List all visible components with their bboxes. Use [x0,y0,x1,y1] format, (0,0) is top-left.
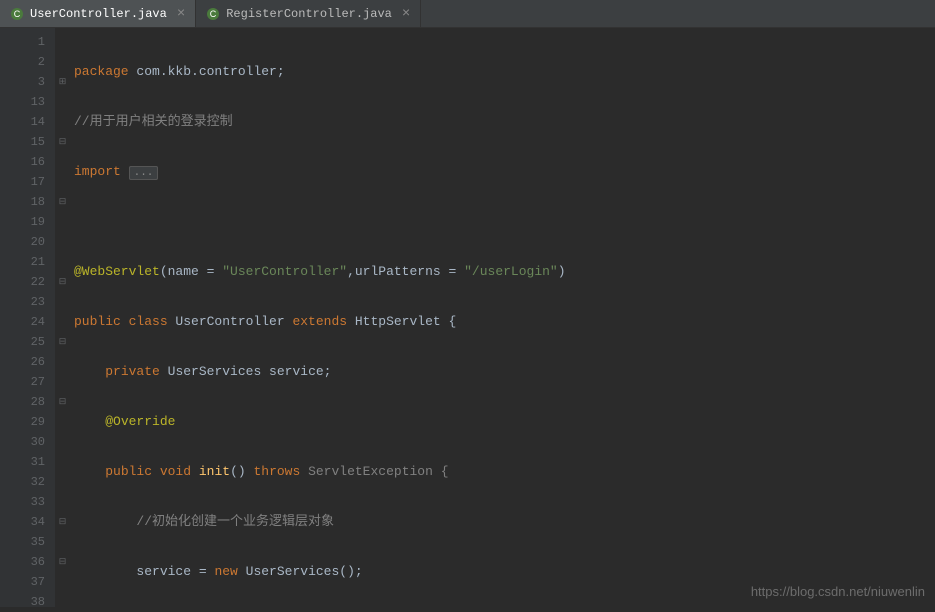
line-number: 28 [0,392,55,412]
line-number: 27 [0,372,55,392]
line-number: 37 [0,572,55,592]
line-number: 23 [0,292,55,312]
line-number: 2 [0,52,55,72]
line-number: 38 [0,592,55,612]
line-number: 18 [0,192,55,212]
line-number: 36 [0,552,55,572]
line-number: 32 [0,472,55,492]
line-number: 20 [0,232,55,252]
line-number: 14 [0,112,55,132]
tab-registercontroller[interactable]: C RegisterController.java × [196,0,421,27]
line-number: 16 [0,152,55,172]
fold-toggle-icon[interactable]: ⊟ [55,132,70,152]
line-number: 33 [0,492,55,512]
java-class-icon: C [206,7,220,21]
line-number: 34 [0,512,55,532]
line-number: 25 [0,332,55,352]
fold-toggle-icon[interactable]: ⊟ [55,392,70,412]
fold-toggle-icon[interactable]: ⊟ [55,272,70,292]
line-number: 15 [0,132,55,152]
svg-text:C: C [210,9,217,19]
line-number: 30 [0,432,55,452]
watermark-text: https://blog.csdn.net/niuwenlin [751,584,925,599]
fold-toggle-icon[interactable]: ⊟ [55,512,70,532]
line-number: 29 [0,412,55,432]
close-icon[interactable]: × [177,6,185,22]
line-number: 13 [0,92,55,112]
tab-label: UserController.java [30,7,167,21]
fold-toggle-icon[interactable]: ⊞ [55,72,70,92]
line-number: 3 [0,72,55,92]
line-number: 22 [0,272,55,292]
fold-toggle-icon[interactable]: ⊟ [55,552,70,572]
svg-text:C: C [14,9,21,19]
line-number: 24 [0,312,55,332]
code-area[interactable]: package com.kkb.controller; //用于用户相关的登录控… [70,28,935,607]
line-number-gutter: 1 2 3 13 14 15 16 17 18 19 20 21 22 23 2… [0,28,55,607]
line-number: 19 [0,212,55,232]
line-number: 1 [0,32,55,52]
code-editor[interactable]: 1 2 3 13 14 15 16 17 18 19 20 21 22 23 2… [0,28,935,607]
fold-toggle-icon[interactable]: ⊟ [55,192,70,212]
java-class-icon: C [10,7,24,21]
line-number: 17 [0,172,55,192]
line-number: 35 [0,532,55,552]
line-number: 31 [0,452,55,472]
editor-tabs: C UserController.java × C RegisterContro… [0,0,935,28]
tab-usercontroller[interactable]: C UserController.java × [0,0,196,27]
tab-label: RegisterController.java [226,7,392,21]
line-number: 26 [0,352,55,372]
line-number: 21 [0,252,55,272]
code-fold-indicator[interactable]: ... [129,166,159,180]
close-icon[interactable]: × [402,6,410,22]
fold-toggle-icon[interactable]: ⊟ [55,332,70,352]
fold-gutter: ⊞ ⊟ ⊟ ⊟ ⊟ ⊟ ⊟ ⊟ [55,28,70,607]
